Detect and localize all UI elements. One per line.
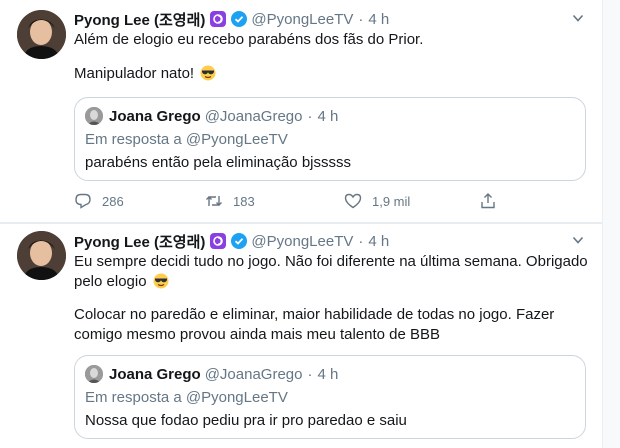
avatar-image bbox=[17, 231, 66, 280]
retweet-icon bbox=[206, 196, 222, 206]
tweet-timestamp[interactable]: 4 h bbox=[368, 11, 389, 28]
heart-icon bbox=[344, 193, 362, 209]
tweet-header: Pyong Lee (조영래) @PyongLeeTV · 4 h bbox=[74, 231, 389, 251]
chevron-down-icon[interactable] bbox=[572, 12, 584, 24]
quoted-author-name: Joana Grego bbox=[109, 107, 201, 125]
tweet-text: Eu sempre decidi tudo no jogo. Não foi d… bbox=[74, 252, 594, 292]
quoted-tweet[interactable]: Joana Grego @JoanaGrego · 4 h Em respost… bbox=[74, 355, 586, 439]
tweet-timestamp[interactable]: 4 h bbox=[368, 233, 389, 250]
reply-context: Em resposta a @PyongLeeTV bbox=[85, 389, 288, 406]
tweet-paragraph: Eu sempre decidi tudo no jogo. Não foi d… bbox=[74, 253, 588, 290]
quoted-tweet[interactable]: Joana Grego @JoanaGrego · 4 h Em respost… bbox=[74, 97, 586, 181]
instagram-badge-icon bbox=[210, 233, 227, 249]
share-icon bbox=[481, 193, 495, 209]
author-handle[interactable]: @PyongLeeTV bbox=[251, 11, 353, 28]
quoted-tweet-header: Joana Grego @JoanaGrego · 4 h bbox=[85, 365, 338, 383]
tweet-paragraph: Manipulador nato! bbox=[74, 65, 195, 82]
quoted-author-name: Joana Grego bbox=[109, 365, 201, 383]
tweet-1[interactable]: Pyong Lee (조영래) @PyongLeeTV · 4 h Além d… bbox=[0, 0, 602, 224]
separator-dot: · bbox=[307, 365, 313, 383]
author-name[interactable]: Pyong Lee (조영래) bbox=[74, 231, 205, 252]
quoted-text: parabéns então pela eliminação bjsssss bbox=[85, 154, 351, 171]
tweet-text: Colocar no paredão e eliminar, maior hab… bbox=[74, 305, 594, 345]
tweet-paragraph: Além de elogio eu recebo parabéns dos fã… bbox=[74, 31, 424, 48]
like-count: 1,9 mil bbox=[372, 193, 411, 209]
reply-icon bbox=[75, 193, 91, 209]
tweet-2[interactable]: Pyong Lee (조영래) @PyongLeeTV · 4 h Eu sem… bbox=[0, 224, 602, 448]
retweet-count: 183 bbox=[233, 193, 255, 209]
quoted-timestamp: 4 h bbox=[317, 365, 339, 383]
author-handle[interactable]: @PyongLeeTV bbox=[251, 233, 353, 250]
avatar-image bbox=[17, 10, 66, 59]
sunglasses-emoji-icon bbox=[153, 273, 169, 289]
quoted-author-handle: @JoanaGrego bbox=[204, 365, 303, 383]
avatar[interactable] bbox=[17, 231, 66, 280]
action-bar: 286 183 1,9 mil bbox=[74, 192, 514, 214]
scrollbar[interactable] bbox=[602, 0, 620, 448]
quoted-tweet-header: Joana Grego @JoanaGrego · 4 h bbox=[85, 107, 338, 125]
share-button[interactable] bbox=[479, 192, 507, 210]
tweet-paragraph: Colocar no paredão e eliminar, maior hab… bbox=[74, 306, 555, 343]
separator-dot: · bbox=[358, 232, 364, 250]
retweet-button[interactable]: 183 bbox=[205, 192, 255, 210]
reply-count: 286 bbox=[102, 193, 124, 209]
quoted-text: Nossa que fodao pediu pra ir pro paredao… bbox=[85, 412, 407, 429]
tweet-text: Além de elogio eu recebo parabéns dos fã… bbox=[74, 30, 594, 50]
chevron-down-icon[interactable] bbox=[572, 234, 584, 246]
like-button[interactable]: 1,9 mil bbox=[344, 192, 410, 210]
reply-context: Em resposta a @PyongLeeTV bbox=[85, 131, 288, 148]
reply-button[interactable]: 286 bbox=[74, 192, 124, 210]
instagram-badge-icon bbox=[210, 11, 227, 27]
quoted-avatar bbox=[85, 107, 103, 125]
verified-icon bbox=[231, 233, 248, 249]
quoted-avatar bbox=[85, 365, 103, 383]
author-name[interactable]: Pyong Lee (조영래) bbox=[74, 9, 205, 30]
quoted-author-handle: @JoanaGrego bbox=[204, 107, 303, 125]
sunglasses-emoji-icon bbox=[200, 65, 216, 81]
avatar[interactable] bbox=[17, 10, 66, 59]
quoted-timestamp: 4 h bbox=[317, 107, 339, 125]
verified-icon bbox=[231, 11, 248, 27]
tweet-header: Pyong Lee (조영래) @PyongLeeTV · 4 h bbox=[74, 9, 389, 29]
separator-dot: · bbox=[307, 107, 313, 125]
tweet-text: Manipulador nato! bbox=[74, 64, 594, 84]
separator-dot: · bbox=[358, 10, 364, 28]
